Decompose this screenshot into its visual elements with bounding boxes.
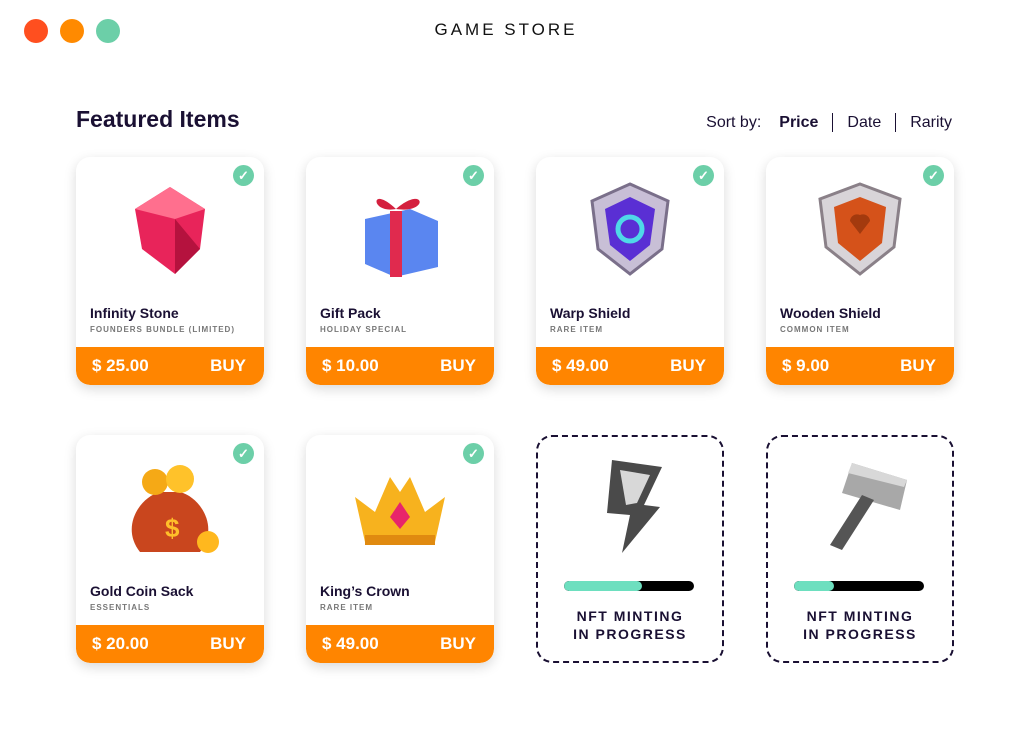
buy-bar[interactable]: $ 49.00 BUY (536, 347, 724, 385)
progress-fill (794, 581, 835, 591)
item-name: Gold Coin Sack (90, 583, 194, 599)
status-line: IN PROGRESS (803, 626, 917, 642)
coin-sack-icon: $ (131, 465, 219, 553)
sort-rarity[interactable]: Rarity (896, 114, 952, 132)
item-name: Gift Pack (320, 305, 381, 321)
verified-check-icon: ✓ (233, 165, 254, 186)
sort-label: Sort by: (706, 113, 762, 131)
item-price: $ 49.00 (552, 356, 609, 375)
buy-button[interactable]: BUY (440, 634, 476, 654)
verified-check-icon: ✓ (693, 165, 714, 186)
item-name: King’s Crown (320, 583, 410, 599)
buy-button[interactable]: BUY (900, 356, 936, 376)
hammer-icon (830, 463, 907, 550)
verified-check-icon: ✓ (463, 165, 484, 186)
item-card[interactable]: ✓ Infinity Stone FOUNDERS BUNDLE (LIMITE… (76, 157, 264, 385)
purple-shield-icon (590, 182, 670, 276)
item-name: Warp Shield (550, 305, 631, 321)
item-category: HOLIDAY SPECIAL (320, 325, 408, 334)
buy-button[interactable]: BUY (670, 356, 706, 376)
minting-progress-bar (564, 581, 694, 591)
item-category: FOUNDERS BUNDLE (LIMITED) (90, 325, 235, 334)
window-title: GAME STORE (434, 20, 578, 39)
page-title: Featured Items (76, 106, 240, 132)
buy-bar[interactable]: $ 25.00 BUY (76, 347, 264, 385)
crown-icon (355, 477, 445, 545)
status-line: IN PROGRESS (573, 626, 687, 642)
item-category: RARE ITEM (550, 325, 603, 334)
wooden-shield-icon (818, 182, 902, 276)
item-card[interactable]: ✓ Wooden Shield COMMON ITEM $ 9.00 BUY (766, 157, 954, 385)
item-name: Wooden Shield (780, 305, 881, 321)
item-price: $ 10.00 (322, 356, 379, 375)
item-category: RARE ITEM (320, 603, 373, 612)
status-line: NFT MINTING (806, 608, 914, 624)
buy-bar[interactable]: $ 10.00 BUY (306, 347, 494, 385)
lightning-rune-icon (607, 460, 662, 553)
red-gem-icon (135, 187, 205, 274)
minting-status: NFT MINTING IN PROGRESS (538, 607, 722, 643)
minting-card: NFT MINTING IN PROGRESS (536, 435, 724, 663)
item-name: Infinity Stone (90, 305, 179, 321)
item-category: ESSENTIALS (90, 603, 151, 612)
verified-check-icon: ✓ (463, 443, 484, 464)
item-price: $ 20.00 (92, 634, 149, 653)
buy-bar[interactable]: $ 9.00 BUY (766, 347, 954, 385)
minting-status: NFT MINTING IN PROGRESS (768, 607, 952, 643)
minting-progress-bar (794, 581, 924, 591)
item-category: COMMON ITEM (780, 325, 850, 334)
buy-button[interactable]: BUY (210, 356, 246, 376)
progress-fill (564, 581, 642, 591)
item-price: $ 9.00 (782, 356, 830, 375)
item-card[interactable]: ✓ Gift Pack HOLIDAY SPECIAL $ 10.00 BUY (306, 157, 494, 385)
sort-date[interactable]: Date (833, 114, 895, 132)
svg-text:$: $ (165, 513, 180, 543)
item-price: $ 25.00 (92, 356, 149, 375)
item-card[interactable]: ✓ Warp Shield RARE ITEM $ 49.00 BUY (536, 157, 724, 385)
status-line: NFT MINTING (576, 608, 684, 624)
minting-card: NFT MINTING IN PROGRESS (766, 435, 954, 663)
buy-bar[interactable]: $ 49.00 BUY (306, 625, 494, 663)
gift-box-icon (365, 198, 438, 277)
sort-price[interactable]: Price (765, 114, 832, 132)
buy-button[interactable]: BUY (210, 634, 246, 654)
item-card[interactable]: ✓ $ Gold Coin Sack ESSENTIALS $ 20.00 BUY (76, 435, 264, 663)
item-price: $ 49.00 (322, 634, 379, 653)
verified-check-icon: ✓ (233, 443, 254, 464)
buy-bar[interactable]: $ 20.00 BUY (76, 625, 264, 663)
buy-button[interactable]: BUY (440, 356, 476, 376)
verified-check-icon: ✓ (923, 165, 944, 186)
item-card[interactable]: ✓ King’s Crown RARE ITEM $ 49.00 BUY (306, 435, 494, 663)
sort-bar: Sort by: Price Date Rarity (692, 113, 952, 132)
